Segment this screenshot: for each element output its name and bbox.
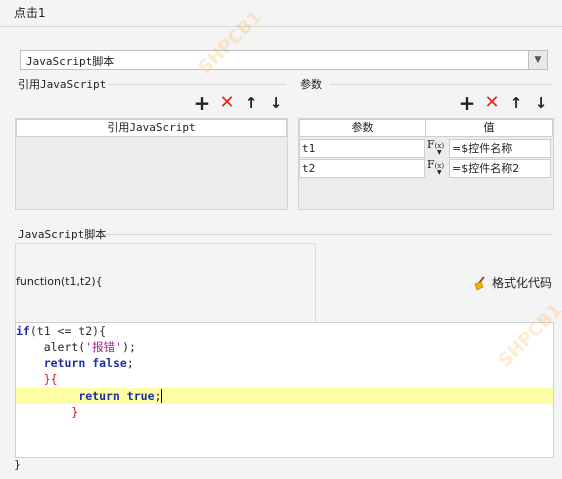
formula-icon[interactable]: F(x) ▼ [427, 138, 444, 156]
code-line: }{ [16, 372, 58, 386]
arrow-up-icon[interactable]: ↑ [242, 94, 260, 112]
code-line: alert('报错'); [16, 340, 136, 354]
arrow-down-icon[interactable]: ↓ [532, 94, 550, 112]
select-value: JavaScript脚本 [26, 55, 115, 68]
code-editor[interactable]: if(t1 <= t2){ alert('报错'); return false;… [15, 322, 554, 458]
divider [0, 26, 562, 27]
formula-icon[interactable]: F(x) ▼ [427, 158, 444, 176]
refs-list[interactable]: 引用JavaScript [15, 118, 288, 210]
refs-column-header: 引用JavaScript [16, 119, 287, 137]
function-footer: } [14, 458, 21, 471]
refs-toolbar: + ✕ ↑ ↓ [193, 93, 285, 113]
code-line: if(t1 <= t2){ [16, 324, 107, 338]
delete-icon[interactable]: ✕ [483, 94, 501, 112]
params-group-label: 参数 [300, 76, 326, 92]
script-group-label: JavaScript脚本 [18, 226, 111, 242]
params-col-name: 参数 [299, 119, 426, 137]
refs-group-label: 引用JavaScript [18, 76, 111, 92]
divider [330, 84, 552, 85]
param-name-cell[interactable]: t1 [299, 139, 425, 158]
param-value-cell[interactable]: =$控件名称 [449, 139, 551, 158]
code-line: return true; [16, 388, 170, 404]
params-col-value: 值 [425, 119, 553, 137]
arrow-up-icon[interactable]: ↑ [507, 94, 525, 112]
add-icon[interactable]: + [193, 93, 211, 113]
format-code-label: 格式化代码 [492, 276, 553, 290]
params-toolbar: + ✕ ↑ ↓ [458, 93, 550, 113]
param-value-cell[interactable]: =$控件名称2 [449, 159, 551, 178]
arrow-down-icon[interactable]: ↓ [267, 94, 285, 112]
divider [105, 234, 552, 235]
delete-icon[interactable]: ✕ [218, 94, 236, 112]
add-icon[interactable]: + [458, 93, 476, 113]
panel-title: 点击1 [14, 6, 46, 20]
divider [108, 84, 286, 85]
params-table: 参数 值 t1 F(x) ▼ =$控件名称 t2 F(x) ▼ =$控件名称2 [298, 118, 554, 210]
format-code-button[interactable]: 格式化代码 [472, 274, 552, 291]
script-type-select[interactable]: JavaScript脚本 ▼ [20, 50, 548, 70]
param-name-cell[interactable]: t2 [299, 159, 425, 178]
chevron-down-icon[interactable]: ▼ [528, 51, 547, 69]
broom-icon [474, 275, 485, 290]
function-header: function(t1,t2){ [16, 275, 103, 288]
code-line: } [16, 405, 79, 419]
code-line: return false; [43, 356, 134, 370]
